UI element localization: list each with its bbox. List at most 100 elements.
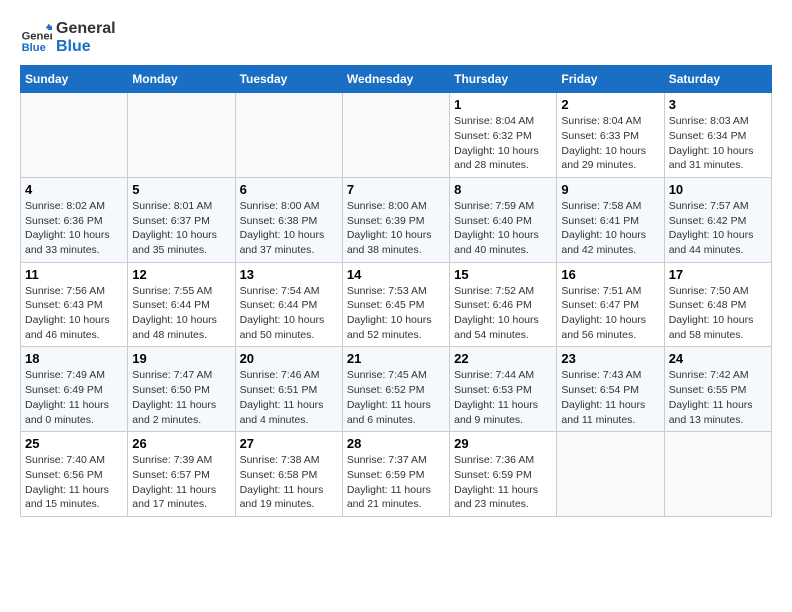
calendar-cell: 5Sunrise: 8:01 AM Sunset: 6:37 PM Daylig… bbox=[128, 177, 235, 262]
cell-content: Sunrise: 7:47 AM Sunset: 6:50 PM Dayligh… bbox=[132, 368, 230, 427]
calendar-cell: 19 Sunrise: 7:47 AM Sunset: 6:50 PM Dayli… bbox=[128, 347, 235, 432]
day-number: 21 bbox=[347, 351, 445, 366]
day-number: 12 bbox=[132, 267, 230, 282]
week-row-3: 11 Sunrise: 7:56 AM Sunset: 6:43 PM Dayli… bbox=[21, 262, 772, 347]
calendar-cell: 9 Sunrise: 7:58 AM Sunset: 6:41 PM Daylig… bbox=[557, 177, 664, 262]
cell-content: Sunrise: 8:01 AM Sunset: 6:37 PM Dayligh… bbox=[132, 199, 230, 258]
cell-content: Sunrise: 7:46 AM Sunset: 6:51 PM Dayligh… bbox=[240, 368, 338, 427]
header-cell-friday: Friday bbox=[557, 66, 664, 93]
day-number: 10 bbox=[669, 182, 767, 197]
calendar-cell: 3Sunrise: 8:03 AM Sunset: 6:34 PM Daylig… bbox=[664, 93, 771, 178]
day-number: 22 bbox=[454, 351, 552, 366]
calendar-cell: 23 Sunrise: 7:43 AM Sunset: 6:54 PM Dayli… bbox=[557, 347, 664, 432]
cell-content: Sunrise: 7:58 AM Sunset: 6:41 PM Dayligh… bbox=[561, 199, 659, 258]
week-row-4: 18 Sunrise: 7:49 AM Sunset: 6:49 PM Dayli… bbox=[21, 347, 772, 432]
calendar-cell bbox=[557, 432, 664, 517]
calendar-cell: 6 Sunrise: 8:00 AM Sunset: 6:38 PM Daylig… bbox=[235, 177, 342, 262]
header-cell-monday: Monday bbox=[128, 66, 235, 93]
calendar-cell: 10Sunrise: 7:57 AM Sunset: 6:42 PM Dayli… bbox=[664, 177, 771, 262]
day-number: 18 bbox=[25, 351, 123, 366]
day-number: 9 bbox=[561, 182, 659, 197]
svg-text:General: General bbox=[22, 30, 52, 42]
calendar-cell: 24 Sunrise: 7:42 AM Sunset: 6:55 PM Dayli… bbox=[664, 347, 771, 432]
calendar-cell bbox=[342, 93, 449, 178]
header-cell-wednesday: Wednesday bbox=[342, 66, 449, 93]
calendar-cell bbox=[128, 93, 235, 178]
calendar-cell bbox=[235, 93, 342, 178]
header-row: SundayMondayTuesdayWednesdayThursdayFrid… bbox=[21, 66, 772, 93]
calendar-cell: 29 Sunrise: 7:36 AM Sunset: 6:59 PM Dayli… bbox=[450, 432, 557, 517]
cell-content: Sunrise: 7:45 AM Sunset: 6:52 PM Dayligh… bbox=[347, 368, 445, 427]
day-number: 29 bbox=[454, 436, 552, 451]
header: General Blue General Blue bbox=[20, 20, 772, 55]
calendar-cell: 12 Sunrise: 7:55 AM Sunset: 6:44 PM Dayli… bbox=[128, 262, 235, 347]
svg-text:Blue: Blue bbox=[22, 41, 46, 53]
logo: General Blue General Blue bbox=[20, 20, 116, 55]
cell-content: Sunrise: 7:43 AM Sunset: 6:54 PM Dayligh… bbox=[561, 368, 659, 427]
calendar-cell: 21 Sunrise: 7:45 AM Sunset: 6:52 PM Dayli… bbox=[342, 347, 449, 432]
day-number: 13 bbox=[240, 267, 338, 282]
day-number: 2 bbox=[561, 97, 659, 112]
calendar-cell: 16 Sunrise: 7:51 AM Sunset: 6:47 PM Dayli… bbox=[557, 262, 664, 347]
calendar-cell: 17 Sunrise: 7:50 AM Sunset: 6:48 PM Dayli… bbox=[664, 262, 771, 347]
day-number: 8 bbox=[454, 182, 552, 197]
calendar-cell bbox=[21, 93, 128, 178]
cell-content: Sunrise: 7:53 AM Sunset: 6:45 PM Dayligh… bbox=[347, 284, 445, 343]
header-cell-thursday: Thursday bbox=[450, 66, 557, 93]
cell-content: Sunrise: 7:44 AM Sunset: 6:53 PM Dayligh… bbox=[454, 368, 552, 427]
day-number: 19 bbox=[132, 351, 230, 366]
day-number: 6 bbox=[240, 182, 338, 197]
calendar-cell: 25Sunrise: 7:40 AM Sunset: 6:56 PM Dayli… bbox=[21, 432, 128, 517]
cell-content: Sunrise: 7:56 AM Sunset: 6:43 PM Dayligh… bbox=[25, 284, 123, 343]
calendar-cell: 22 Sunrise: 7:44 AM Sunset: 6:53 PM Dayli… bbox=[450, 347, 557, 432]
header-cell-tuesday: Tuesday bbox=[235, 66, 342, 93]
cell-content: Sunrise: 8:00 AM Sunset: 6:39 PM Dayligh… bbox=[347, 199, 445, 258]
calendar-cell: 15 Sunrise: 7:52 AM Sunset: 6:46 PM Dayli… bbox=[450, 262, 557, 347]
calendar-cell: 27Sunrise: 7:38 AM Sunset: 6:58 PM Dayli… bbox=[235, 432, 342, 517]
day-number: 27 bbox=[240, 436, 338, 451]
cell-content: Sunrise: 7:49 AM Sunset: 6:49 PM Dayligh… bbox=[25, 368, 123, 427]
day-number: 16 bbox=[561, 267, 659, 282]
logo-blue: Blue bbox=[56, 38, 116, 56]
week-row-2: 4Sunrise: 8:02 AM Sunset: 6:36 PM Daylig… bbox=[21, 177, 772, 262]
day-number: 24 bbox=[669, 351, 767, 366]
calendar-cell: 4Sunrise: 8:02 AM Sunset: 6:36 PM Daylig… bbox=[21, 177, 128, 262]
calendar-cell: 2 Sunrise: 8:04 AM Sunset: 6:33 PM Daylig… bbox=[557, 93, 664, 178]
day-number: 15 bbox=[454, 267, 552, 282]
day-number: 7 bbox=[347, 182, 445, 197]
cell-content: Sunrise: 7:36 AM Sunset: 6:59 PM Dayligh… bbox=[454, 453, 552, 512]
cell-content: Sunrise: 7:37 AM Sunset: 6:59 PM Dayligh… bbox=[347, 453, 445, 512]
cell-content: Sunrise: 7:59 AM Sunset: 6:40 PM Dayligh… bbox=[454, 199, 552, 258]
calendar-cell bbox=[664, 432, 771, 517]
cell-content: Sunrise: 7:51 AM Sunset: 6:47 PM Dayligh… bbox=[561, 284, 659, 343]
calendar-cell: 14 Sunrise: 7:53 AM Sunset: 6:45 PM Dayli… bbox=[342, 262, 449, 347]
calendar-cell: 7 Sunrise: 8:00 AM Sunset: 6:39 PM Daylig… bbox=[342, 177, 449, 262]
cell-content: Sunrise: 8:04 AM Sunset: 6:33 PM Dayligh… bbox=[561, 114, 659, 173]
day-number: 11 bbox=[25, 267, 123, 282]
calendar-body: 1Sunrise: 8:04 AM Sunset: 6:32 PM Daylig… bbox=[21, 93, 772, 517]
cell-content: Sunrise: 7:42 AM Sunset: 6:55 PM Dayligh… bbox=[669, 368, 767, 427]
day-number: 28 bbox=[347, 436, 445, 451]
calendar-table: SundayMondayTuesdayWednesdayThursdayFrid… bbox=[20, 65, 772, 517]
cell-content: Sunrise: 7:50 AM Sunset: 6:48 PM Dayligh… bbox=[669, 284, 767, 343]
day-number: 14 bbox=[347, 267, 445, 282]
cell-content: Sunrise: 8:02 AM Sunset: 6:36 PM Dayligh… bbox=[25, 199, 123, 258]
cell-content: Sunrise: 7:40 AM Sunset: 6:56 PM Dayligh… bbox=[25, 453, 123, 512]
week-row-1: 1Sunrise: 8:04 AM Sunset: 6:32 PM Daylig… bbox=[21, 93, 772, 178]
calendar-cell: 26 Sunrise: 7:39 AM Sunset: 6:57 PM Dayli… bbox=[128, 432, 235, 517]
cell-content: Sunrise: 8:03 AM Sunset: 6:34 PM Dayligh… bbox=[669, 114, 767, 173]
calendar-cell: 8 Sunrise: 7:59 AM Sunset: 6:40 PM Daylig… bbox=[450, 177, 557, 262]
day-number: 20 bbox=[240, 351, 338, 366]
header-cell-sunday: Sunday bbox=[21, 66, 128, 93]
cell-content: Sunrise: 8:04 AM Sunset: 6:32 PM Dayligh… bbox=[454, 114, 552, 173]
day-number: 17 bbox=[669, 267, 767, 282]
logo-general: General bbox=[56, 20, 116, 38]
day-number: 23 bbox=[561, 351, 659, 366]
cell-content: Sunrise: 7:39 AM Sunset: 6:57 PM Dayligh… bbox=[132, 453, 230, 512]
day-number: 26 bbox=[132, 436, 230, 451]
cell-content: Sunrise: 8:00 AM Sunset: 6:38 PM Dayligh… bbox=[240, 199, 338, 258]
cell-content: Sunrise: 7:52 AM Sunset: 6:46 PM Dayligh… bbox=[454, 284, 552, 343]
cell-content: Sunrise: 7:55 AM Sunset: 6:44 PM Dayligh… bbox=[132, 284, 230, 343]
calendar-cell: 13Sunrise: 7:54 AM Sunset: 6:44 PM Dayli… bbox=[235, 262, 342, 347]
header-cell-saturday: Saturday bbox=[664, 66, 771, 93]
